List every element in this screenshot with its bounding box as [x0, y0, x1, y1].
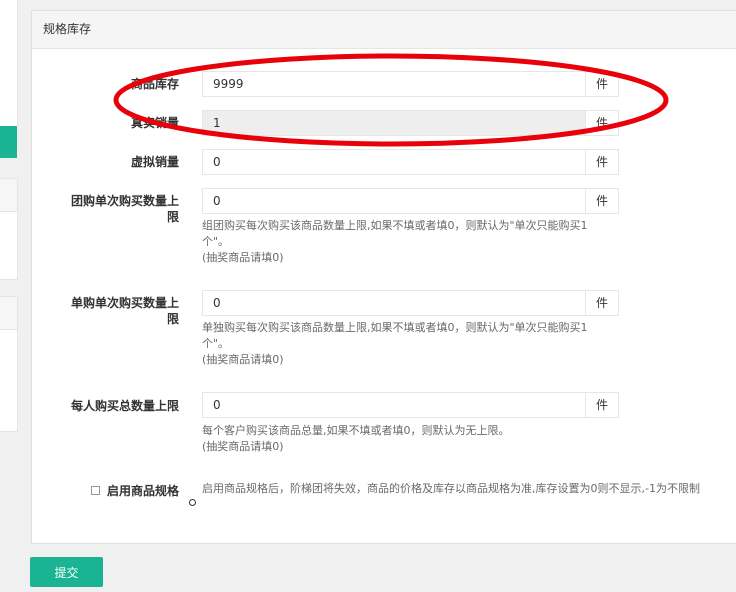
- group-limit-input-group: 件: [202, 188, 619, 214]
- group-limit-unit: 件: [585, 188, 619, 214]
- group-limit-label-line2: 限: [166, 210, 179, 224]
- single-limit-label: 单购单次购买数量上 限: [39, 295, 179, 327]
- virtual-sales-unit: 件: [585, 149, 619, 175]
- sidebar-top: [0, 0, 18, 126]
- stock-label: 商品库存: [130, 77, 179, 91]
- spec-option-help: 启用商品规格后，阶梯团将失效，商品的价格及库存以商品规格为准,库存设置为0则不显…: [202, 481, 736, 497]
- real-sales-input-group: 件: [202, 110, 619, 136]
- total-limit-help-line2: (抽奖商品请填0): [202, 440, 284, 453]
- group-limit-label: 团购单次购买数量上 限: [39, 193, 179, 225]
- sidebar-box-2: [0, 296, 18, 432]
- real-sales-input: [202, 110, 586, 136]
- total-limit-label: 每人购买总数量上限: [70, 399, 179, 413]
- total-limit-input-group: 件: [202, 392, 619, 418]
- stock-input-group: 件: [202, 71, 619, 97]
- group-limit-help-line2: 个"。: [202, 235, 230, 248]
- spec-option-help-text: 启用商品规格后，阶梯团将失效，商品的价格及库存以商品规格为准,库存设置为0则不显…: [202, 482, 700, 495]
- virtual-sales-label: 虚拟销量: [130, 155, 179, 169]
- group-limit-help: 组团购买每次购买该商品数量上限,如果不填或者填0，则默认为"单次只能购买1 个"…: [202, 218, 622, 266]
- total-limit-help: 每个客户购买该商品总量,如果不填或者填0，则默认为无上限。 (抽奖商品请填0): [202, 423, 622, 455]
- single-limit-label-line2: 限: [166, 312, 179, 326]
- single-limit-input-group: 件: [202, 290, 619, 316]
- single-limit-help: 单独购买每次购买该商品数量上限,如果不填或者填0，则默认为"单次只能购买1 个"…: [202, 320, 622, 368]
- stock-input[interactable]: [202, 71, 586, 97]
- spec-option-label[interactable]: 启用商品规格: [39, 483, 179, 499]
- panel-title: 规格库存: [32, 11, 736, 49]
- submit-button[interactable]: 提交: [30, 557, 103, 587]
- single-limit-unit: 件: [585, 290, 619, 316]
- sidebar-active-item[interactable]: [0, 126, 17, 158]
- group-limit-input[interactable]: [202, 188, 586, 214]
- spec-radio-dot[interactable]: [189, 499, 196, 506]
- total-limit-help-line1: 每个客户购买该商品总量,如果不填或者填0，则默认为无上限。: [202, 424, 510, 437]
- total-limit-unit: 件: [585, 392, 619, 418]
- stock-unit: 件: [585, 71, 619, 97]
- total-limit-input[interactable]: [202, 392, 586, 418]
- virtual-sales-input-group: 件: [202, 149, 619, 175]
- group-limit-help-line3: (抽奖商品请填0): [202, 251, 284, 264]
- group-limit-help-line1: 组团购买每次购买该商品数量上限,如果不填或者填0，则默认为"单次只能购买1: [202, 219, 588, 232]
- sidebar-box-1: [0, 178, 18, 280]
- real-sales-unit: 件: [585, 110, 619, 136]
- single-limit-label-line1: 单购单次购买数量上: [70, 296, 179, 310]
- single-limit-help-line2: 个"。: [202, 337, 230, 350]
- single-limit-help-line1: 单独购买每次购买该商品数量上限,如果不填或者填0，则默认为"单次只能购买1: [202, 321, 588, 334]
- spec-stock-panel: 规格库存 商品库存 件 真实销量 件 虚拟销量 件 团购单次购买数量上 限 件: [31, 10, 736, 544]
- group-limit-label-line1: 团购单次购买数量上: [70, 194, 179, 208]
- single-limit-help-line3: (抽奖商品请填0): [202, 353, 284, 366]
- real-sales-label: 真实销量: [130, 116, 179, 130]
- single-limit-input[interactable]: [202, 290, 586, 316]
- virtual-sales-input[interactable]: [202, 149, 586, 175]
